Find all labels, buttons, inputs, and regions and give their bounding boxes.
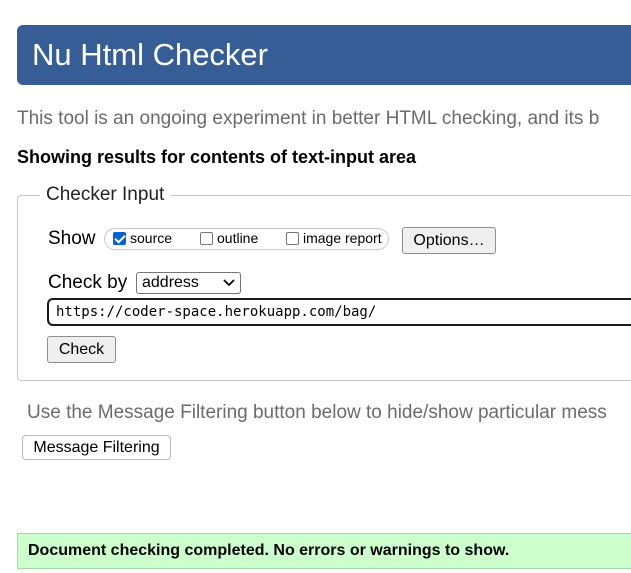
intro-text: This tool is an ongoing experiment in be… <box>17 108 600 129</box>
options-button[interactable]: Options… <box>402 227 496 254</box>
check-by-label: Check by <box>48 272 128 293</box>
page: Nu Html Checker This tool is an ongoing … <box>0 0 631 573</box>
message-filtering-button[interactable]: Message Filtering <box>22 435 171 460</box>
checker-input-legend: Checker Input <box>40 184 171 206</box>
status-message: Document checking completed. No errors o… <box>28 542 510 559</box>
chevron-down-icon <box>223 279 235 287</box>
show-outline-option[interactable]: outline <box>200 230 258 246</box>
check-by-value: address <box>142 274 199 291</box>
outline-checkbox[interactable] <box>200 231 213 245</box>
show-label: Show <box>48 228 96 249</box>
checker-input-fieldset: Checker Input Show source outline image … <box>17 184 631 381</box>
check-by-select[interactable]: address <box>136 272 241 294</box>
filtering-note: Use the Message Filtering button below t… <box>27 402 607 423</box>
url-input-value: https://coder-space.herokuapp.com/bag/ <box>56 304 377 320</box>
show-source-option[interactable]: source <box>113 230 172 246</box>
results-heading: Showing results for contents of text-inp… <box>17 147 417 167</box>
show-options-group: source outline image report <box>104 228 389 250</box>
check-button[interactable]: Check <box>47 336 116 363</box>
page-title: Nu Html Checker <box>32 37 268 72</box>
status-message-box: Document checking completed. No errors o… <box>17 533 631 569</box>
source-checkbox[interactable] <box>113 231 126 245</box>
source-label: source <box>130 230 173 246</box>
url-input[interactable]: https://coder-space.herokuapp.com/bag/ <box>47 298 631 326</box>
image-report-checkbox[interactable] <box>286 231 299 245</box>
image-report-label: image report <box>303 230 382 246</box>
show-image-report-option[interactable]: image report <box>286 230 382 246</box>
header-banner: Nu Html Checker <box>17 25 631 85</box>
outline-label: outline <box>217 230 259 246</box>
